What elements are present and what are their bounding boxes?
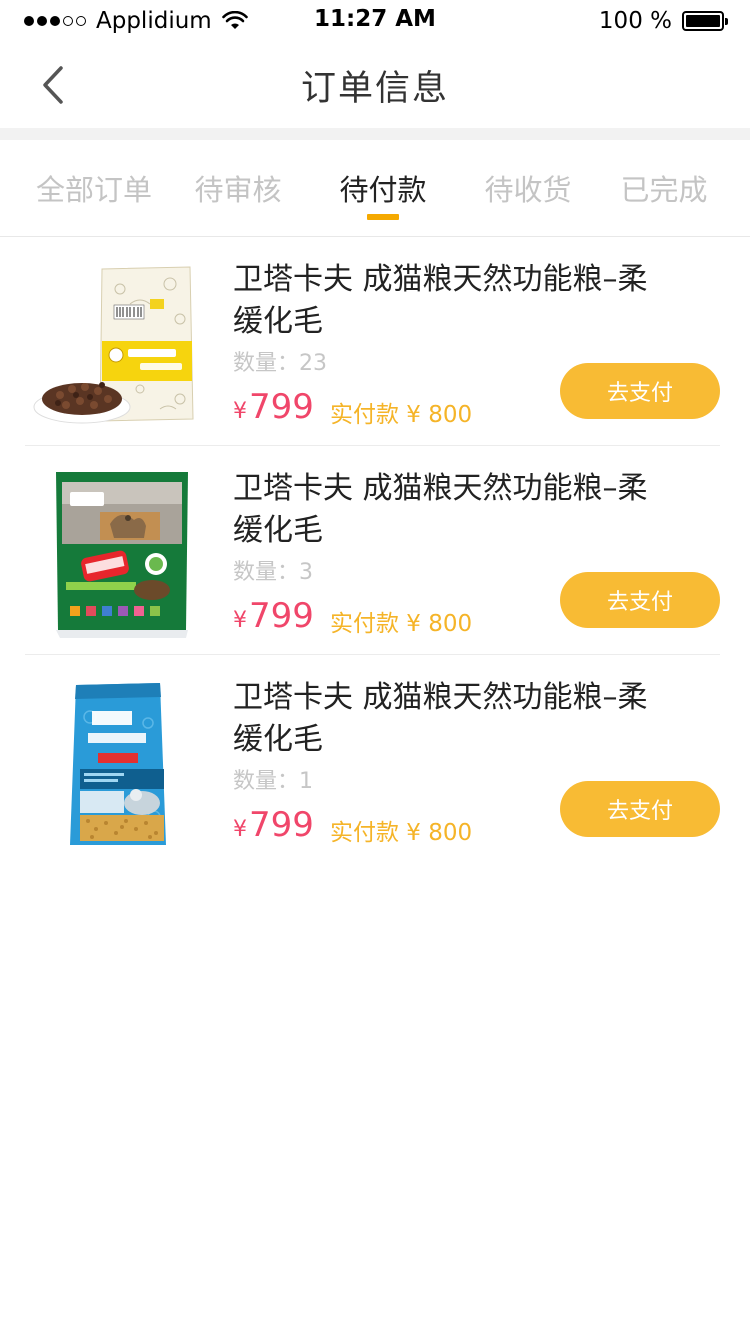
product-name: 卫塔卡夫 成猫粮天然功能粮–柔缓化毛 <box>233 262 648 339</box>
order-status-tabs: 全部订单 待审核 待付款 待收货 已完成 <box>0 140 750 237</box>
product-name: 卫塔卡夫 成猫粮天然功能粮–柔缓化毛 <box>233 680 648 757</box>
tab-label: 待付款 <box>339 173 427 207</box>
product-image <box>30 677 200 847</box>
battery-icon <box>682 11 728 31</box>
product-image <box>30 468 200 638</box>
tab-all-orders[interactable]: 全部订单 <box>0 140 188 236</box>
price-value: 799 <box>249 387 314 427</box>
order-item[interactable]: 卫塔卡夫 成猫粮天然功能粮–柔缓化毛 数量：3 ¥799 实付款 ¥ 800 去… <box>0 446 750 655</box>
cat-food-bag-green-image <box>56 472 188 638</box>
battery-percentage: 100 % <box>598 8 672 34</box>
actual-payment: 实付款 ¥ 800 <box>330 402 473 428</box>
actual-payment: 实付款 ¥ 800 <box>330 820 473 846</box>
currency-symbol: ¥ <box>233 608 247 633</box>
active-tab-indicator <box>367 214 399 220</box>
tab-pending-review[interactable]: 待审核 <box>188 140 288 236</box>
tab-pending-payment[interactable]: 待付款 <box>288 140 478 236</box>
product-quantity: 数量：1 <box>233 769 313 794</box>
status-right: 100 % <box>598 8 728 34</box>
tab-label: 已完成 <box>620 173 708 207</box>
tab-pending-delivery[interactable]: 待收货 <box>478 140 578 236</box>
product-image <box>30 259 200 429</box>
product-price: ¥799 <box>233 387 314 432</box>
product-price: ¥799 <box>233 596 314 641</box>
price-value: 799 <box>249 805 314 845</box>
pay-button[interactable]: 去支付 <box>560 363 720 419</box>
tab-label: 待收货 <box>484 173 572 207</box>
order-list: 卫塔卡夫 成猫粮天然功能粮–柔缓化毛 数量：23 ¥799 实付款 ¥ 800 … <box>0 237 750 864</box>
battery-fill <box>686 15 720 27</box>
tab-label: 待审核 <box>194 173 282 207</box>
section-separator <box>0 128 750 140</box>
tab-label: 全部订单 <box>35 173 152 207</box>
cat-food-bag-yellow-image <box>33 266 194 424</box>
currency-symbol: ¥ <box>233 817 247 842</box>
pay-button[interactable]: 去支付 <box>560 781 720 837</box>
product-quantity: 数量：3 <box>233 560 313 585</box>
status-bar: Applidium 11:27 AM 100 % <box>0 0 750 40</box>
page-title: 订单信息 <box>300 69 449 109</box>
cat-food-bag-blue-image <box>70 683 166 845</box>
product-name: 卫塔卡夫 成猫粮天然功能粮–柔缓化毛 <box>233 471 648 548</box>
product-quantity: 数量：23 <box>233 351 327 376</box>
currency-symbol: ¥ <box>233 399 247 424</box>
price-value: 799 <box>249 596 314 636</box>
navigation-bar: 订单信息 <box>0 40 750 128</box>
order-item[interactable]: 卫塔卡夫 成猫粮天然功能粮–柔缓化毛 数量：1 ¥799 实付款 ¥ 800 去… <box>0 655 750 864</box>
pay-button[interactable]: 去支付 <box>560 572 720 628</box>
product-price: ¥799 <box>233 805 314 850</box>
tab-completed[interactable]: 已完成 <box>578 140 750 236</box>
actual-payment: 实付款 ¥ 800 <box>330 611 473 637</box>
order-item[interactable]: 卫塔卡夫 成猫粮天然功能粮–柔缓化毛 数量：23 ¥799 实付款 ¥ 800 … <box>0 237 750 446</box>
